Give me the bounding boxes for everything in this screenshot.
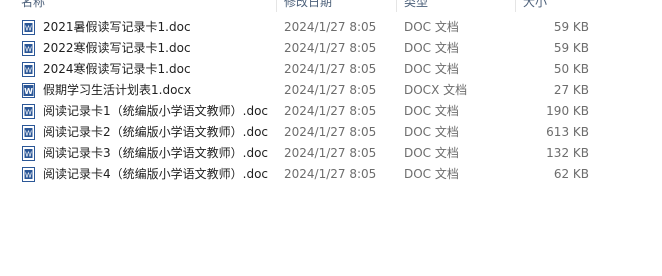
file-row[interactable]: W 2022寒假读写记录卡1.doc 2024/1/27 8:05 DOC 文档… [0,38,662,59]
file-name: 阅读记录卡4（统编版小学语文教师）.doc [43,167,269,181]
file-type: DOC 文档 [404,146,459,160]
file-type: DOC 文档 [404,104,459,118]
svg-text:W: W [25,67,32,75]
svg-text:W: W [25,172,32,180]
file-list: W 2021暑假读写记录卡1.doc 2024/1/27 8:05 DOC 文档… [0,17,662,185]
file-date: 2024/1/27 8:05 [284,104,377,118]
file-size: 27 KB [553,83,589,97]
file-row[interactable]: W 假期学习生活计划表1.docx 2024/1/27 8:05 DOCX 文档… [0,80,662,101]
column-header-bar: 名称 修改日期 类型 大小 [0,0,662,12]
word-doc-icon: W [22,104,35,119]
file-type: DOC 文档 [404,125,459,139]
file-name: 2021暑假读写记录卡1.doc [43,20,191,34]
column-divider[interactable] [276,0,277,12]
word-doc-icon: W [22,41,35,56]
file-type: DOC 文档 [404,62,459,76]
column-header-name[interactable]: 名称 [21,0,45,12]
file-row[interactable]: W 阅读记录卡4（统编版小学语文教师）.doc 2024/1/27 8:05 D… [0,164,662,185]
file-size: 59 KB [553,20,589,34]
file-date: 2024/1/27 8:05 [284,167,377,181]
file-row[interactable]: W 阅读记录卡3（统编版小学语文教师）.doc 2024/1/27 8:05 D… [0,143,662,164]
file-size: 62 KB [553,167,589,181]
column-header-size[interactable]: 大小 [523,0,547,12]
word-doc-icon: W [22,62,35,77]
file-name: 阅读记录卡1（统编版小学语文教师）.doc [43,104,269,118]
word-doc-icon: W [22,167,35,182]
column-divider[interactable] [515,0,516,12]
file-date: 2024/1/27 8:05 [284,41,377,55]
svg-text:W: W [25,151,32,159]
word-doc-icon: W [22,125,35,140]
file-name: 2024寒假读写记录卡1.doc [43,62,191,76]
file-name: 2022寒假读写记录卡1.doc [43,41,191,55]
file-row[interactable]: W 阅读记录卡1（统编版小学语文教师）.doc 2024/1/27 8:05 D… [0,101,662,122]
svg-text:W: W [24,87,33,96]
file-date: 2024/1/27 8:05 [284,146,377,160]
word-docx-icon: W [22,83,35,98]
file-name: 假期学习生活计划表1.docx [43,83,192,97]
file-name: 阅读记录卡3（统编版小学语文教师）.doc [43,146,269,160]
file-type: DOC 文档 [404,20,459,34]
file-size: 59 KB [553,41,589,55]
file-size: 132 KB [546,146,589,160]
file-size: 50 KB [553,62,589,76]
word-doc-icon: W [22,20,35,35]
file-size: 613 KB [546,125,589,139]
file-name: 阅读记录卡2（统编版小学语文教师）.doc [43,125,269,139]
svg-text:W: W [25,109,32,117]
file-size: 190 KB [546,104,589,118]
file-date: 2024/1/27 8:05 [284,125,377,139]
file-row[interactable]: W 阅读记录卡2（统编版小学语文教师）.doc 2024/1/27 8:05 D… [0,122,662,143]
svg-text:W: W [25,46,32,54]
column-divider[interactable] [396,0,397,12]
word-doc-icon: W [22,146,35,161]
file-type: DOC 文档 [404,41,459,55]
file-row[interactable]: W 2021暑假读写记录卡1.doc 2024/1/27 8:05 DOC 文档… [0,17,662,38]
file-type: DOCX 文档 [404,83,468,97]
file-row[interactable]: W 2024寒假读写记录卡1.doc 2024/1/27 8:05 DOC 文档… [0,59,662,80]
column-header-date[interactable]: 修改日期 [284,0,332,12]
svg-text:W: W [25,130,32,138]
column-header-type[interactable]: 类型 [404,0,428,12]
file-type: DOC 文档 [404,167,459,181]
file-date: 2024/1/27 8:05 [284,62,377,76]
file-date: 2024/1/27 8:05 [284,83,377,97]
svg-text:W: W [25,25,32,33]
file-date: 2024/1/27 8:05 [284,20,377,34]
